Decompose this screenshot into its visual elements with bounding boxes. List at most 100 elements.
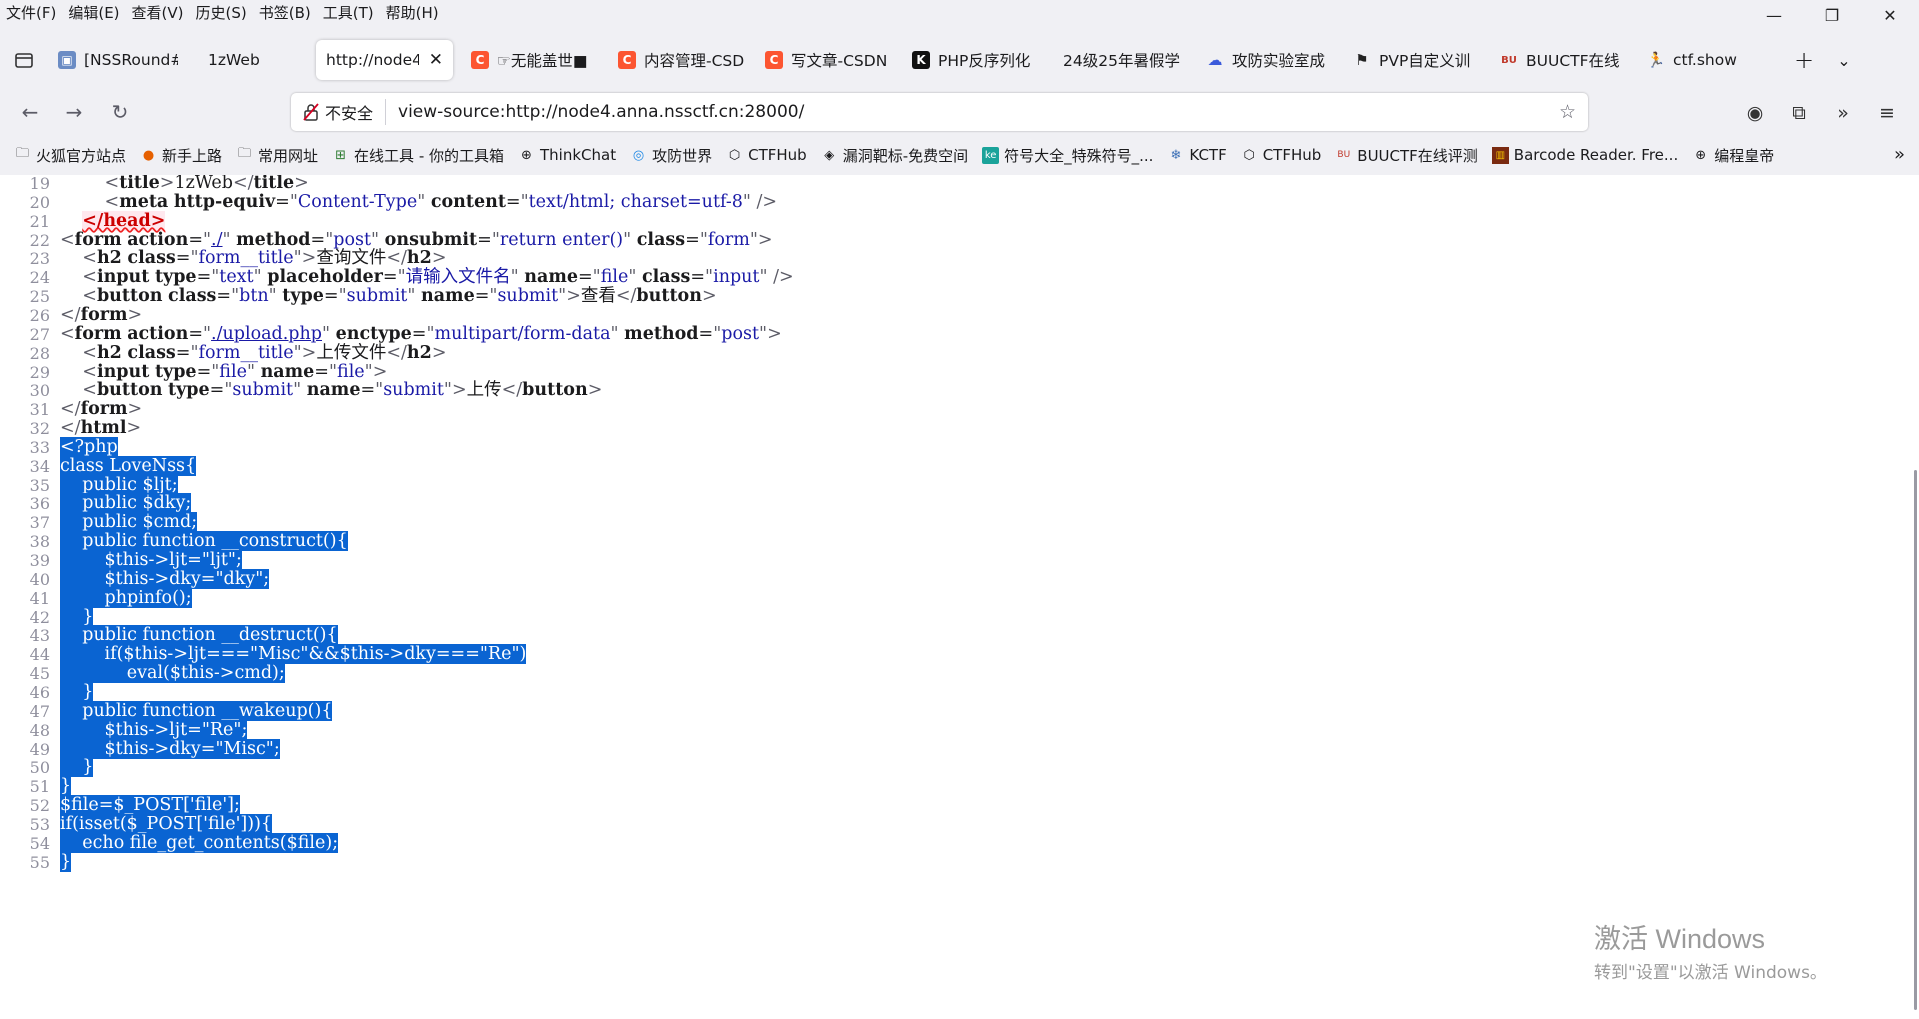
globe-icon: ⊕ <box>521 147 532 163</box>
menu-edit[interactable]: 编辑(E) <box>62 0 125 26</box>
buuctf-favicon-icon: BU <box>1501 54 1517 66</box>
tab-label: PVP自定义训 <box>1379 52 1471 70</box>
bookmark-label: KCTF <box>1189 146 1227 164</box>
bookmark-item[interactable]: ❄ KCTF <box>1167 146 1226 164</box>
tab-overview-button[interactable] <box>0 36 48 84</box>
menu-view[interactable]: 查看(V) <box>126 0 190 26</box>
bookmark-item[interactable]: ⊕ ThinkChat <box>518 146 616 164</box>
folder-icon: 🗀 <box>238 146 252 161</box>
tab-pvp-training[interactable]: ⚑ PVP自定义训 <box>1343 40 1490 80</box>
menu-bookmarks[interactable]: 书签(B) <box>253 0 317 26</box>
bookmark-item[interactable]: ⊕ 编程皇帝 <box>1692 145 1774 166</box>
tab-1zweb[interactable]: 1zWeb <box>188 40 316 80</box>
tab-label: http://node4.a <box>326 51 419 69</box>
target-icon: ◈ <box>824 147 835 163</box>
bookmark-item[interactable]: 🗀 常用网址 <box>236 145 318 166</box>
tab-csdn-2[interactable]: C 内容管理-CSD <box>608 40 755 80</box>
bookmark-label: Barcode Reader. Fre... <box>1513 146 1679 164</box>
reload-button[interactable]: ↻ <box>104 96 136 128</box>
double-chevron-icon: » <box>1893 144 1905 165</box>
kimi-favicon-icon: K <box>912 51 930 69</box>
bookmark-item[interactable]: ◎ 攻防世界 <box>630 145 712 166</box>
ctfhub-icon: ⬡ <box>1243 147 1255 163</box>
tab-php-unserialize[interactable]: K PHP反序列化 <box>902 40 1049 80</box>
globe-icon: ⊕ <box>1695 147 1707 163</box>
hamburger-menu-icon: ≡ <box>1879 102 1895 124</box>
ke-icon: ke <box>982 146 1000 164</box>
source-line: 55} <box>0 851 1900 874</box>
tab-summer-study[interactable]: 24级25年暑假学 <box>1049 40 1196 80</box>
bookmark-item[interactable]: ⬡ CTFHub <box>726 146 807 164</box>
tab-csdn-3[interactable]: C 写文章-CSDN <box>755 40 902 80</box>
bookmark-item[interactable]: ▥ Barcode Reader. Fre... <box>1491 146 1679 164</box>
close-window-button[interactable]: ✕ <box>1861 0 1919 30</box>
nss-favicon-icon: ▣ <box>58 51 76 69</box>
tab-label: 1zWeb <box>208 51 260 69</box>
extensions-button[interactable]: ⧉ <box>1784 98 1814 128</box>
bookmark-item[interactable]: ⬡ CTFHub <box>1241 146 1322 164</box>
tab-attack-defense-lab[interactable]: ☁ 攻防实验室成 <box>1196 40 1343 80</box>
watermark-title: 激活 Windows <box>1594 924 1766 954</box>
site-security-indicator[interactable]: 不安全 <box>303 99 387 125</box>
line-number: 55 <box>29 852 50 872</box>
app-menu-button[interactable]: ≡ <box>1872 98 1902 128</box>
firefox-icon: ● <box>142 147 155 163</box>
forward-button[interactable]: → <box>58 96 90 128</box>
window-controls: — ❐ ✕ <box>1745 0 1919 30</box>
csdn-favicon-icon: C <box>765 51 783 69</box>
tab-nssround[interactable]: ▣ [NSSRound# <box>48 40 188 80</box>
arrow-left-icon: ← <box>21 100 39 124</box>
csdn-favicon-icon: C <box>471 51 489 69</box>
bookmark-item[interactable]: BU BUUCTF在线评测 <box>1335 145 1478 166</box>
double-chevron-icon: » <box>1837 102 1849 124</box>
tab-view-source[interactable]: http://node4.a ✕ <box>316 40 453 80</box>
bookmarks-overflow-button[interactable]: » <box>1894 144 1905 165</box>
close-tab-icon[interactable]: ✕ <box>429 50 443 70</box>
overflow-button[interactable]: » <box>1828 98 1858 128</box>
tab-label: ctf.show <box>1673 51 1737 69</box>
url-text[interactable]: view-source:http://node4.anna.nssctf.cn:… <box>398 102 804 122</box>
bookmark-label: 攻防世界 <box>652 146 713 165</box>
puzzle-icon: ⧉ <box>1792 102 1806 124</box>
bookmark-label: ThinkChat <box>540 146 617 164</box>
tab-buuctf[interactable]: BU BUUCTF在线 <box>1490 40 1637 80</box>
list-all-tabs-button[interactable]: ⌄ <box>1824 51 1864 70</box>
view-source-content[interactable]: 19 <title>1zWeb</title> 20 <meta http-equ… <box>0 175 1919 1019</box>
tab-label: 写文章-CSDN <box>791 52 888 70</box>
bookmark-label: BUUCTF在线评测 <box>1357 146 1478 165</box>
bookmark-item[interactable]: ◈ 漏洞靶标-免费空间 <box>821 145 968 166</box>
menu-tools[interactable]: 工具(T) <box>317 0 380 26</box>
restore-button[interactable]: ❐ <box>1803 0 1861 30</box>
scrollbar-thumb[interactable] <box>1914 470 1917 1010</box>
tab-csdn-1[interactable]: C ☞无能盖世■ <box>461 40 608 80</box>
windows-activation-watermark: 激活 Windows 转到"设置"以激活 Windows。 <box>1594 917 1827 983</box>
account-button[interactable]: ◉ <box>1740 98 1770 128</box>
new-tab-button[interactable]: + <box>1784 46 1824 74</box>
bookmark-label: 常用网址 <box>258 146 319 165</box>
bookmark-item[interactable]: ke 符号大全_特殊符号_... <box>982 145 1153 166</box>
bookmark-label: 火狐官方站点 <box>36 146 127 165</box>
watermark-subtitle: 转到"设置"以激活 Windows。 <box>1594 963 1827 983</box>
tab-label: PHP反序列化 <box>938 52 1031 70</box>
bookmarks-toolbar: 🗀 火狐官方站点 ● 新手上路 🗀 常用网址 ⊞ 在线工具 - 你的工具箱 ⊕ Think… <box>0 140 1919 170</box>
flag-favicon-icon: ⚑ <box>1355 51 1369 69</box>
address-bar[interactable]: 不安全 view-source:http://node4.anna.nssctf… <box>291 93 1588 131</box>
bookmark-star-icon[interactable]: ☆ <box>1559 101 1576 123</box>
bookmark-label: CTFHub <box>1262 146 1322 164</box>
back-button[interactable]: ← <box>14 96 46 128</box>
tab-label: 24级25年暑假学 <box>1063 52 1180 70</box>
bookmark-item[interactable]: ⊞ 在线工具 - 你的工具箱 <box>332 145 504 166</box>
navigation-bar: ← → ↻ 不安全 view-source:http://node4.anna.… <box>0 90 1919 134</box>
bookmark-item[interactable]: 🗀 火狐官方站点 <box>14 145 126 166</box>
menu-file[interactable]: 文件(F) <box>0 0 62 26</box>
arrow-right-icon: → <box>65 100 83 124</box>
bookmark-item[interactable]: ● 新手上路 <box>140 145 222 166</box>
tab-ctfshow[interactable]: 🏃 ctf.show <box>1637 40 1784 80</box>
snowflake-icon: ❄ <box>1170 147 1182 163</box>
runner-favicon-icon: 🏃 <box>1646 51 1666 69</box>
minimize-button[interactable]: — <box>1745 0 1803 30</box>
menu-history[interactable]: 历史(S) <box>190 0 253 26</box>
menu-help[interactable]: 帮助(H) <box>380 0 445 26</box>
menu-bar: 文件(F) 编辑(E) 查看(V) 历史(S) 书签(B) 工具(T) 帮助(H… <box>0 0 1919 26</box>
buuctf-icon: BU <box>1337 150 1351 160</box>
